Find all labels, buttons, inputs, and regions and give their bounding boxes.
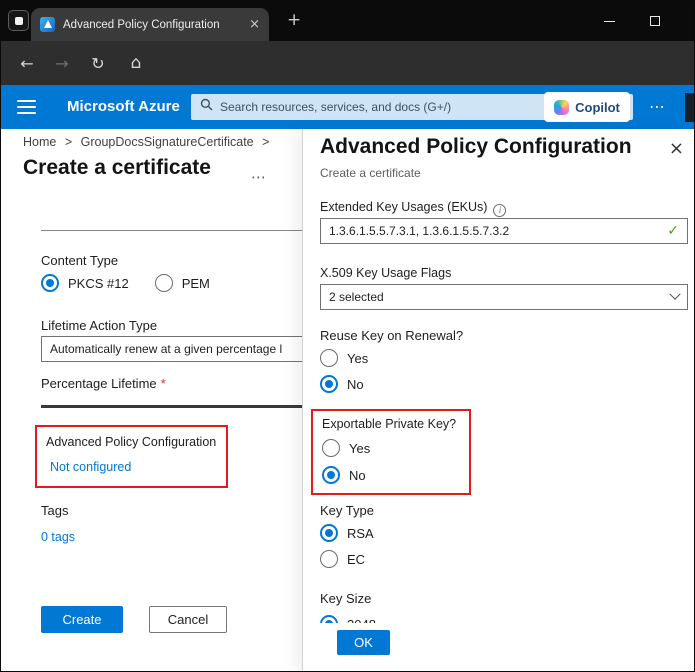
- radio-label: Yes: [349, 441, 370, 456]
- clipped-field-border: [41, 230, 302, 231]
- hamburger-menu-icon[interactable]: [17, 100, 36, 114]
- radio-label: PKCS #12: [68, 276, 129, 291]
- refresh-icon[interactable]: ↻: [82, 41, 114, 85]
- key-type-label: Key Type: [320, 503, 374, 518]
- not-configured-link[interactable]: Not configured: [50, 460, 131, 474]
- ekus-label-text: Extended Key Usages (EKUs): [320, 200, 487, 214]
- copilot-button[interactable]: Copilot: [544, 92, 630, 122]
- info-icon[interactable]: i: [493, 204, 506, 217]
- tab-close-icon[interactable]: ×: [249, 17, 260, 32]
- lifetime-action-type-value: Automatically renew at a given percentag…: [50, 342, 302, 356]
- avatar[interactable]: [685, 93, 694, 122]
- browser-toolbar: ← → ↻ ⌂ portal.azure.co... ☆: [1, 41, 694, 85]
- tags-label: Tags: [41, 503, 68, 518]
- radio-icon[interactable]: [320, 550, 338, 568]
- content-type-label: Content Type: [41, 253, 118, 268]
- key-size-label: Key Size: [320, 591, 371, 606]
- browser-window: Advanced Policy Configuration × + ← → ↻ …: [0, 0, 695, 672]
- exportable-key-label: Exportable Private Key?: [322, 417, 456, 431]
- home-icon[interactable]: ⌂: [120, 41, 152, 85]
- azure-brand[interactable]: Microsoft Azure: [67, 98, 180, 115]
- create-button[interactable]: Create: [41, 606, 123, 633]
- reuse-key-no-option[interactable]: No: [320, 375, 364, 393]
- reuse-key-yes-option[interactable]: Yes: [320, 349, 368, 367]
- required-asterisk: *: [161, 376, 166, 391]
- breadcrumb-separator: >: [262, 135, 269, 149]
- key-usage-flags-value: 2 selected: [329, 290, 665, 304]
- reuse-key-label: Reuse Key on Renewal?: [320, 328, 463, 343]
- ekus-value: 1.3.6.1.5.5.7.3.1, 1.3.6.1.5.5.7.3.2: [329, 224, 661, 238]
- breadcrumb-home-link[interactable]: Home: [23, 135, 56, 149]
- ok-button[interactable]: OK: [337, 630, 390, 655]
- panel-title: Advanced Policy Configuration: [320, 135, 632, 159]
- key-usage-flags-dropdown[interactable]: 2 selected: [320, 284, 688, 310]
- tab-title: Advanced Policy Configuration: [63, 19, 241, 31]
- minimize-icon[interactable]: [604, 21, 615, 22]
- radio-label: RSA: [347, 526, 374, 541]
- lifetime-action-type-label: Lifetime Action Type: [41, 318, 157, 333]
- content-type-radio-group: PKCS #12 PEM: [41, 274, 210, 292]
- panel-close-icon[interactable]: ×: [669, 138, 684, 159]
- main-content: Home > GroupDocsSignatureCertificate > C…: [1, 129, 302, 672]
- exportable-key-no-option[interactable]: No: [322, 466, 366, 484]
- search-icon: [200, 98, 213, 116]
- key-type-rsa-option[interactable]: RSA: [320, 524, 374, 542]
- exportable-key-yes-option[interactable]: Yes: [322, 439, 370, 457]
- azure-favicon-icon: [40, 17, 55, 32]
- radio-icon[interactable]: [320, 524, 338, 542]
- percentage-lifetime-label: Percentage Lifetime *: [41, 376, 166, 391]
- back-icon[interactable]: ←: [11, 41, 43, 85]
- browser-tab[interactable]: Advanced Policy Configuration ×: [31, 8, 269, 41]
- advanced-policy-panel: × Advanced Policy Configuration Create a…: [302, 129, 695, 672]
- radio-label: No: [347, 377, 364, 392]
- copilot-label: Copilot: [575, 100, 620, 115]
- chevron-down-icon: [669, 289, 680, 300]
- exportable-key-highlight-box: Exportable Private Key? Yes No: [311, 409, 471, 495]
- radio-label: No: [349, 468, 366, 483]
- cancel-button[interactable]: Cancel: [149, 606, 227, 633]
- maximize-icon[interactable]: [650, 16, 660, 26]
- advanced-policy-highlight-box: Advanced Policy Configuration Not config…: [35, 425, 228, 488]
- breadcrumb-separator: >: [65, 135, 72, 149]
- forward-icon[interactable]: →: [46, 41, 78, 85]
- breadcrumb-parent-link[interactable]: GroupDocsSignatureCertificate: [81, 135, 254, 149]
- azure-header: Microsoft Azure Search resources, servic…: [1, 85, 694, 129]
- radio-option-pem[interactable]: PEM: [155, 274, 210, 292]
- radio-option-pkcs12[interactable]: PKCS #12: [41, 274, 129, 292]
- radio-icon[interactable]: [155, 274, 173, 292]
- workspace-icon[interactable]: [8, 10, 29, 31]
- radio-label: Yes: [347, 351, 368, 366]
- percentage-lifetime-text: Percentage Lifetime: [41, 376, 157, 391]
- radio-icon[interactable]: [320, 375, 338, 393]
- radio-label: EC: [347, 552, 365, 567]
- panel-footer: OK: [303, 623, 695, 672]
- tags-link[interactable]: 0 tags: [41, 530, 75, 544]
- breadcrumb: Home > GroupDocsSignatureCertificate >: [23, 135, 274, 149]
- radio-label: PEM: [182, 276, 210, 291]
- workspace-glyph: [15, 17, 23, 25]
- page-more-icon[interactable]: ⋯: [251, 168, 266, 186]
- ekus-input[interactable]: 1.3.6.1.5.5.7.3.1, 1.3.6.1.5.5.7.3.2 ✓: [320, 218, 688, 244]
- copilot-icon: [554, 100, 569, 115]
- radio-icon[interactable]: [322, 466, 340, 484]
- radio-icon[interactable]: [41, 274, 59, 292]
- page-title: Create a certificate: [23, 156, 211, 180]
- key-type-ec-option[interactable]: EC: [320, 550, 365, 568]
- key-usage-flags-label: X.509 Key Usage Flags: [320, 266, 451, 280]
- radio-icon[interactable]: [320, 349, 338, 367]
- panel-subtitle: Create a certificate: [320, 166, 421, 180]
- percentage-lifetime-slider[interactable]: [41, 405, 302, 408]
- ekus-label: Extended Key Usages (EKUs) i: [320, 200, 506, 217]
- lifetime-action-type-dropdown[interactable]: Automatically renew at a given percentag…: [41, 336, 302, 362]
- new-tab-button[interactable]: +: [287, 10, 301, 30]
- search-placeholder: Search resources, services, and docs (G+…: [220, 100, 451, 114]
- valid-check-icon: ✓: [667, 223, 679, 239]
- advanced-policy-label: Advanced Policy Configuration: [46, 435, 216, 449]
- browser-titlebar: Advanced Policy Configuration × +: [1, 1, 694, 41]
- radio-icon[interactable]: [322, 439, 340, 457]
- more-options-icon[interactable]: ⋯: [649, 97, 666, 116]
